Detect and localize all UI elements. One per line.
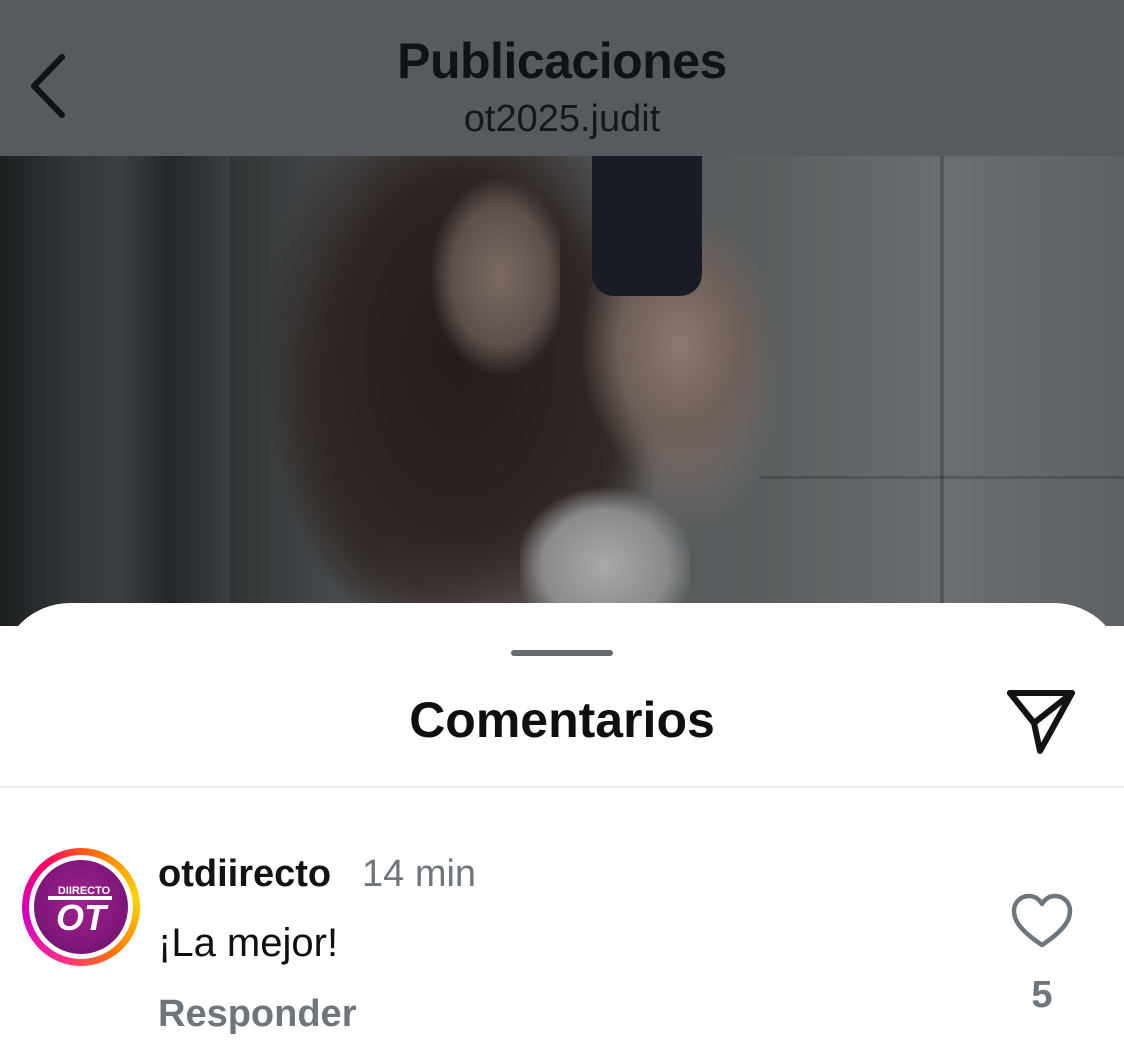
paper-plane-icon: [1007, 690, 1075, 754]
heart-outline-icon: [1011, 893, 1073, 948]
comment-item: DIIRECTO OT otdiirecto 14 min ¡La mejor!…: [0, 833, 1124, 1043]
top-bar: Publicaciones ot2025.judit: [0, 0, 1124, 156]
like-count: 5: [1031, 974, 1053, 1016]
ot-logo: DIIRECTO OT: [34, 860, 128, 954]
avatar[interactable]: DIIRECTO OT: [22, 848, 140, 966]
svg-text:OT: OT: [56, 897, 109, 938]
sheet-divider: [0, 786, 1124, 788]
like-button[interactable]: [1010, 893, 1074, 951]
reply-button[interactable]: Responder: [158, 993, 356, 1036]
photo-background-frame: [0, 156, 230, 626]
account-username[interactable]: ot2025.judit: [0, 98, 1124, 141]
svg-text:DIIRECTO: DIIRECTO: [58, 885, 111, 897]
comments-sheet: Comentarios DIIRECTO OT otdiirecto 14 mi…: [0, 603, 1124, 1044]
comments-title: Comentarios: [409, 692, 715, 748]
photo-subject-face: [430, 176, 560, 376]
avatar-ring-inner: DIIRECTO OT: [29, 855, 133, 959]
comment-text: ¡La mejor!: [158, 921, 339, 965]
photo-wall-detail: [760, 476, 1124, 479]
comment-timestamp: 14 min: [362, 853, 477, 895]
page-title: Publicaciones: [397, 33, 727, 89]
post-photo[interactable]: [0, 156, 1124, 626]
share-button[interactable]: [1000, 683, 1082, 759]
photo-wall-detail: [940, 156, 944, 626]
photo-phone: [592, 156, 702, 296]
sheet-drag-handle[interactable]: [511, 650, 613, 656]
comment-username[interactable]: otdiirecto: [158, 853, 331, 896]
